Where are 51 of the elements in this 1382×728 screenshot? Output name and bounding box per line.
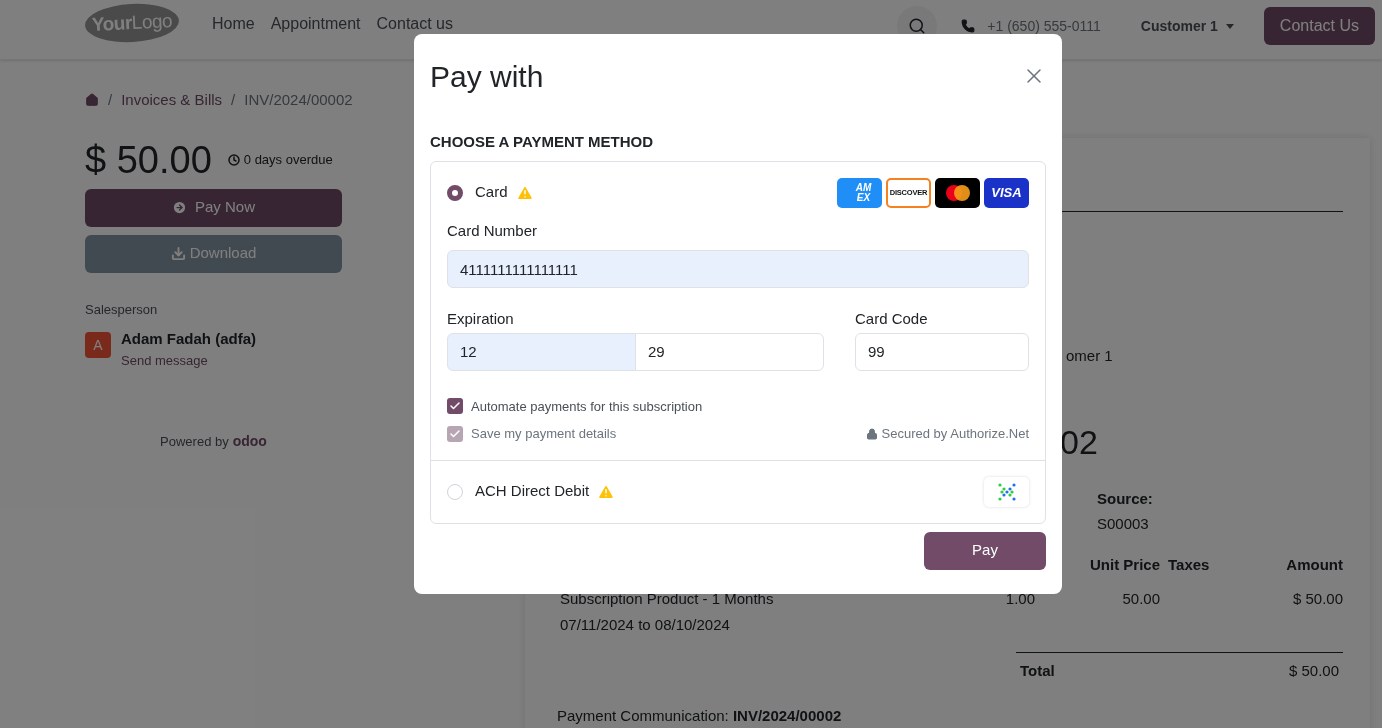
nav-link[interactable]: Home (212, 12, 255, 36)
pay-now-button[interactable]: Pay Now (85, 188, 342, 227)
invoice-title: 02 (1060, 421, 1099, 462)
source-label: Source: (1097, 488, 1154, 509)
column-header: Amount (1286, 554, 1343, 575)
field-label: Expiration (447, 309, 515, 329)
line-description: Subscription Product - 1 Months (560, 589, 775, 609)
salesperson-name: Adam Fadah (adfa) (121, 329, 256, 349)
section-heading: CHOOSE A PAYMENT METHOD (430, 132, 655, 152)
nav-link[interactable]: Appointment (270, 12, 361, 36)
field-label: Card Code (855, 309, 929, 329)
column-header: Unit Price (1088, 554, 1160, 575)
customer-name: omer 1 (1066, 346, 1114, 366)
input-field[interactable]: 99 (855, 332, 1029, 371)
phone-number[interactable]: +1 (650) 555-0111 (987, 15, 1101, 37)
total-amount: $ 50.00 (1288, 661, 1339, 681)
avatar: A (85, 332, 111, 358)
contact-us-button[interactable]: Contact Us (1263, 7, 1375, 45)
input-field[interactable]: 4111111111111111 (447, 250, 1029, 288)
secured-note: Secured by Authorize.Net (881, 425, 1029, 443)
breadcrumb-separator: / (231, 90, 236, 110)
overdue-note: 0 days overdue (243, 150, 333, 169)
checkbox-label: Automate payments for this subscription (471, 397, 703, 416)
table-cell-text: 1.00 (1004, 589, 1035, 609)
breadcrumb-current: INV/2024/00002 (244, 90, 353, 110)
visa-logo: VISA (984, 177, 1029, 208)
salesperson-heading: Salesperson (85, 300, 159, 319)
input-field[interactable]: 29 (635, 332, 824, 371)
total-label: Total (1020, 661, 1055, 681)
breadcrumb-separator: / (108, 90, 113, 110)
breadcrumb-link[interactable]: Invoices & Bills (121, 89, 223, 112)
column-header: Taxes (1168, 554, 1211, 575)
nav-link[interactable]: Contact us (376, 12, 453, 36)
amount-due: $ 50.00 (85, 137, 212, 182)
odoo-logo[interactable]: odoo (232, 431, 267, 452)
source-value: S00003 (1097, 514, 1150, 534)
amex-logo: AM EX (837, 177, 882, 208)
line-period: 07/11/2024 to 08/10/2024 (560, 614, 731, 635)
user-menu[interactable]: Customer 1 (1140, 15, 1234, 37)
method-label: ACH Direct Debit (475, 481, 590, 502)
table-cell-text: $ 50.00 (1292, 589, 1343, 609)
payment-communication: Payment Communication: INV/2024/00002 (557, 705, 843, 726)
send-message-link[interactable]: Send message (121, 350, 256, 370)
pay-button[interactable]: Pay (924, 531, 1046, 570)
checkbox-label: Save my payment details (471, 425, 617, 443)
dialog-title: Pay with (430, 58, 544, 95)
powered-by-text: Powered by (160, 432, 229, 451)
input-field[interactable]: 12 (447, 332, 636, 371)
method-label: Card (475, 182, 508, 203)
table-cell-text: 50.00 (1121, 589, 1160, 609)
field-label: Card Number (447, 220, 539, 241)
